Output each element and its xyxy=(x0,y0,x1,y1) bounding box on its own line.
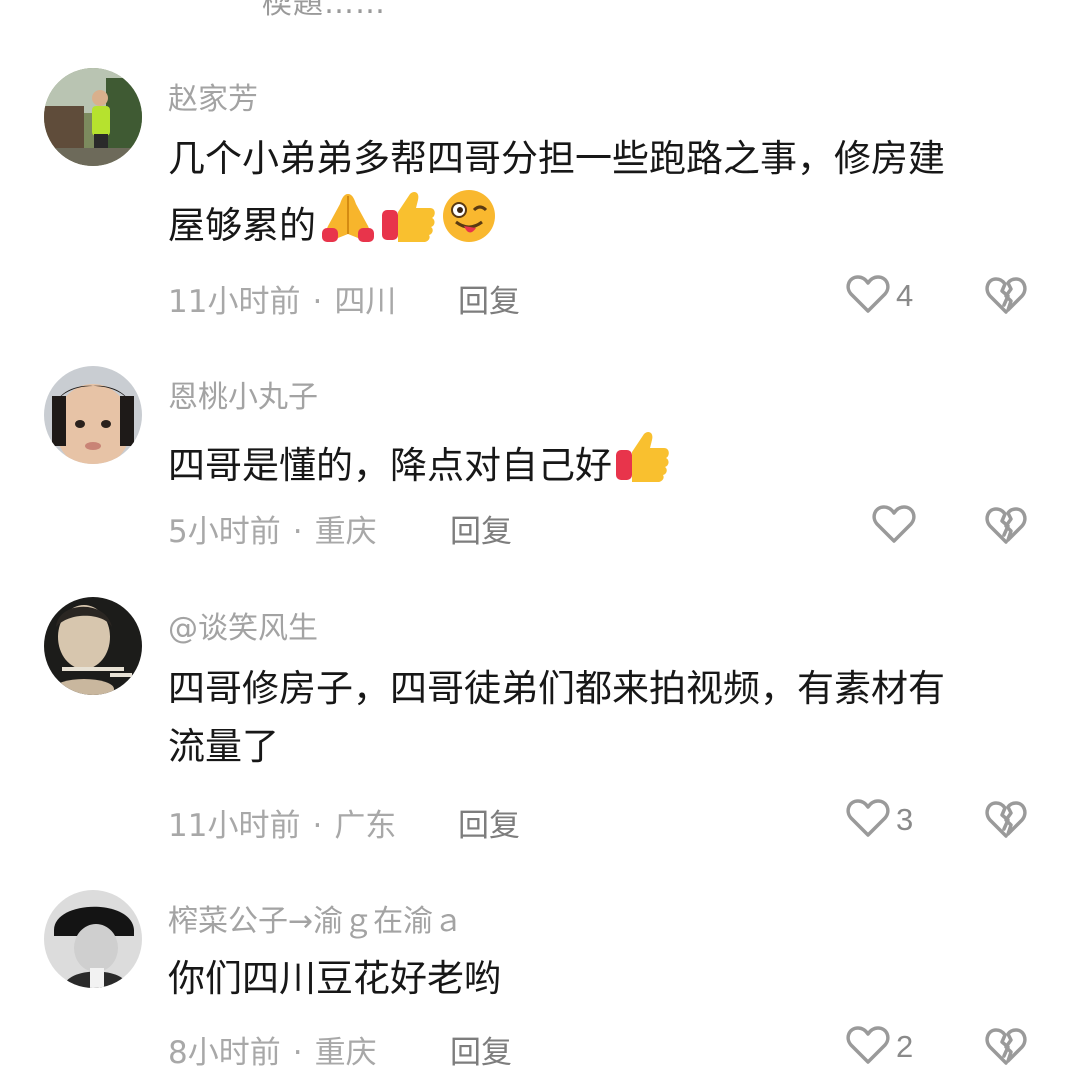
broken-heart-icon xyxy=(985,507,1027,549)
like-button[interactable] xyxy=(872,504,922,548)
comment-time: 11小时前 xyxy=(168,284,301,320)
dislike-button[interactable] xyxy=(985,1026,1027,1070)
comment-meta: 11小时前 · 四川 xyxy=(168,276,396,321)
broken-heart-icon xyxy=(985,277,1027,319)
comment-location: 四川 xyxy=(334,284,397,320)
comment-text: 你们四川豆花好老哟 xyxy=(168,950,1048,1008)
broken-heart-icon xyxy=(985,1028,1027,1070)
comment-text: 四哥修房子，四哥徒弟们都来拍视频，有素材有 流量了 xyxy=(168,660,1048,776)
comment-text: 四哥是懂的，降点对自己好 xyxy=(168,428,1048,501)
comment-text-line: 四哥是懂的，降点对自己好 xyxy=(168,444,612,487)
comment-location: 广东 xyxy=(334,808,397,844)
comment-text-line: 流量了 xyxy=(168,725,279,768)
comment-text-line: 你们四川豆花好老哟 xyxy=(168,957,501,1000)
comment-time: 8小时前 xyxy=(168,1035,281,1071)
comment-meta: 5小时前 · 重庆 xyxy=(168,506,377,551)
dislike-button[interactable] xyxy=(985,505,1027,549)
meta-separator: · xyxy=(312,808,323,844)
like-button[interactable]: 4 xyxy=(846,274,913,318)
reply-button[interactable]: 回复 xyxy=(458,276,520,321)
heart-outline-icon xyxy=(846,1025,890,1069)
comment-text-line: 屋够累的 xyxy=(168,188,1048,261)
thumbs-up-icon xyxy=(614,428,672,501)
comment-text-line: 屋够累的 xyxy=(168,204,316,247)
comment-text-line: 四哥修房子，四哥徒弟们都来拍视频，有素材有 xyxy=(168,667,945,710)
comment-time: 11小时前 xyxy=(168,808,301,844)
comment-text-line: 几个小弟弟多帮四哥分担一些跑路之事，修房建 xyxy=(168,137,945,180)
comment-username[interactable]: 恩桃小丸子 xyxy=(168,372,318,416)
meta-separator: · xyxy=(292,514,303,550)
heart-outline-icon xyxy=(872,504,916,548)
comment-time: 5小时前 xyxy=(168,514,281,550)
thumbs-up-icon xyxy=(380,188,438,261)
meta-separator: · xyxy=(312,284,323,320)
dislike-button[interactable] xyxy=(985,799,1027,843)
heart-outline-icon xyxy=(846,274,890,318)
comment-username[interactable]: 赵家芳 xyxy=(168,74,258,118)
like-button[interactable]: 3 xyxy=(846,798,913,842)
comment-text: 几个小弟弟多帮四哥分担一些跑路之事，修房建 屋够累的 xyxy=(168,130,1048,261)
like-count: 4 xyxy=(896,278,914,313)
avatar[interactable] xyxy=(44,597,142,695)
comment-location: 重庆 xyxy=(314,514,377,550)
previous-comment-fragment: 楔題…… xyxy=(262,0,386,21)
avatar[interactable] xyxy=(44,890,142,988)
comment-location: 重庆 xyxy=(314,1035,377,1071)
avatar[interactable] xyxy=(44,68,142,166)
comment-username[interactable]: 榨菜公子→渝ｇ在渝ａ xyxy=(168,896,463,940)
dislike-button[interactable] xyxy=(985,275,1027,319)
like-button[interactable]: 2 xyxy=(846,1025,913,1069)
reply-button[interactable]: 回复 xyxy=(458,800,520,845)
comment-text-line: 四哥是懂的，降点对自己好 xyxy=(168,428,1048,501)
broken-heart-icon xyxy=(985,801,1027,843)
comment-username[interactable]: @谈笑风生 xyxy=(168,603,318,647)
winking-tongue-face-icon xyxy=(440,188,498,261)
like-count: 2 xyxy=(896,1029,914,1064)
avatar[interactable] xyxy=(44,366,142,464)
folded-hands-icon xyxy=(318,188,378,261)
reply-button[interactable]: 回复 xyxy=(450,506,512,551)
comment-meta: 8小时前 · 重庆 xyxy=(168,1027,377,1072)
heart-outline-icon xyxy=(846,798,890,842)
meta-separator: · xyxy=(292,1035,303,1071)
like-count: 3 xyxy=(896,802,914,837)
comment-meta: 11小时前 · 广东 xyxy=(168,800,396,845)
reply-button[interactable]: 回复 xyxy=(450,1027,512,1072)
